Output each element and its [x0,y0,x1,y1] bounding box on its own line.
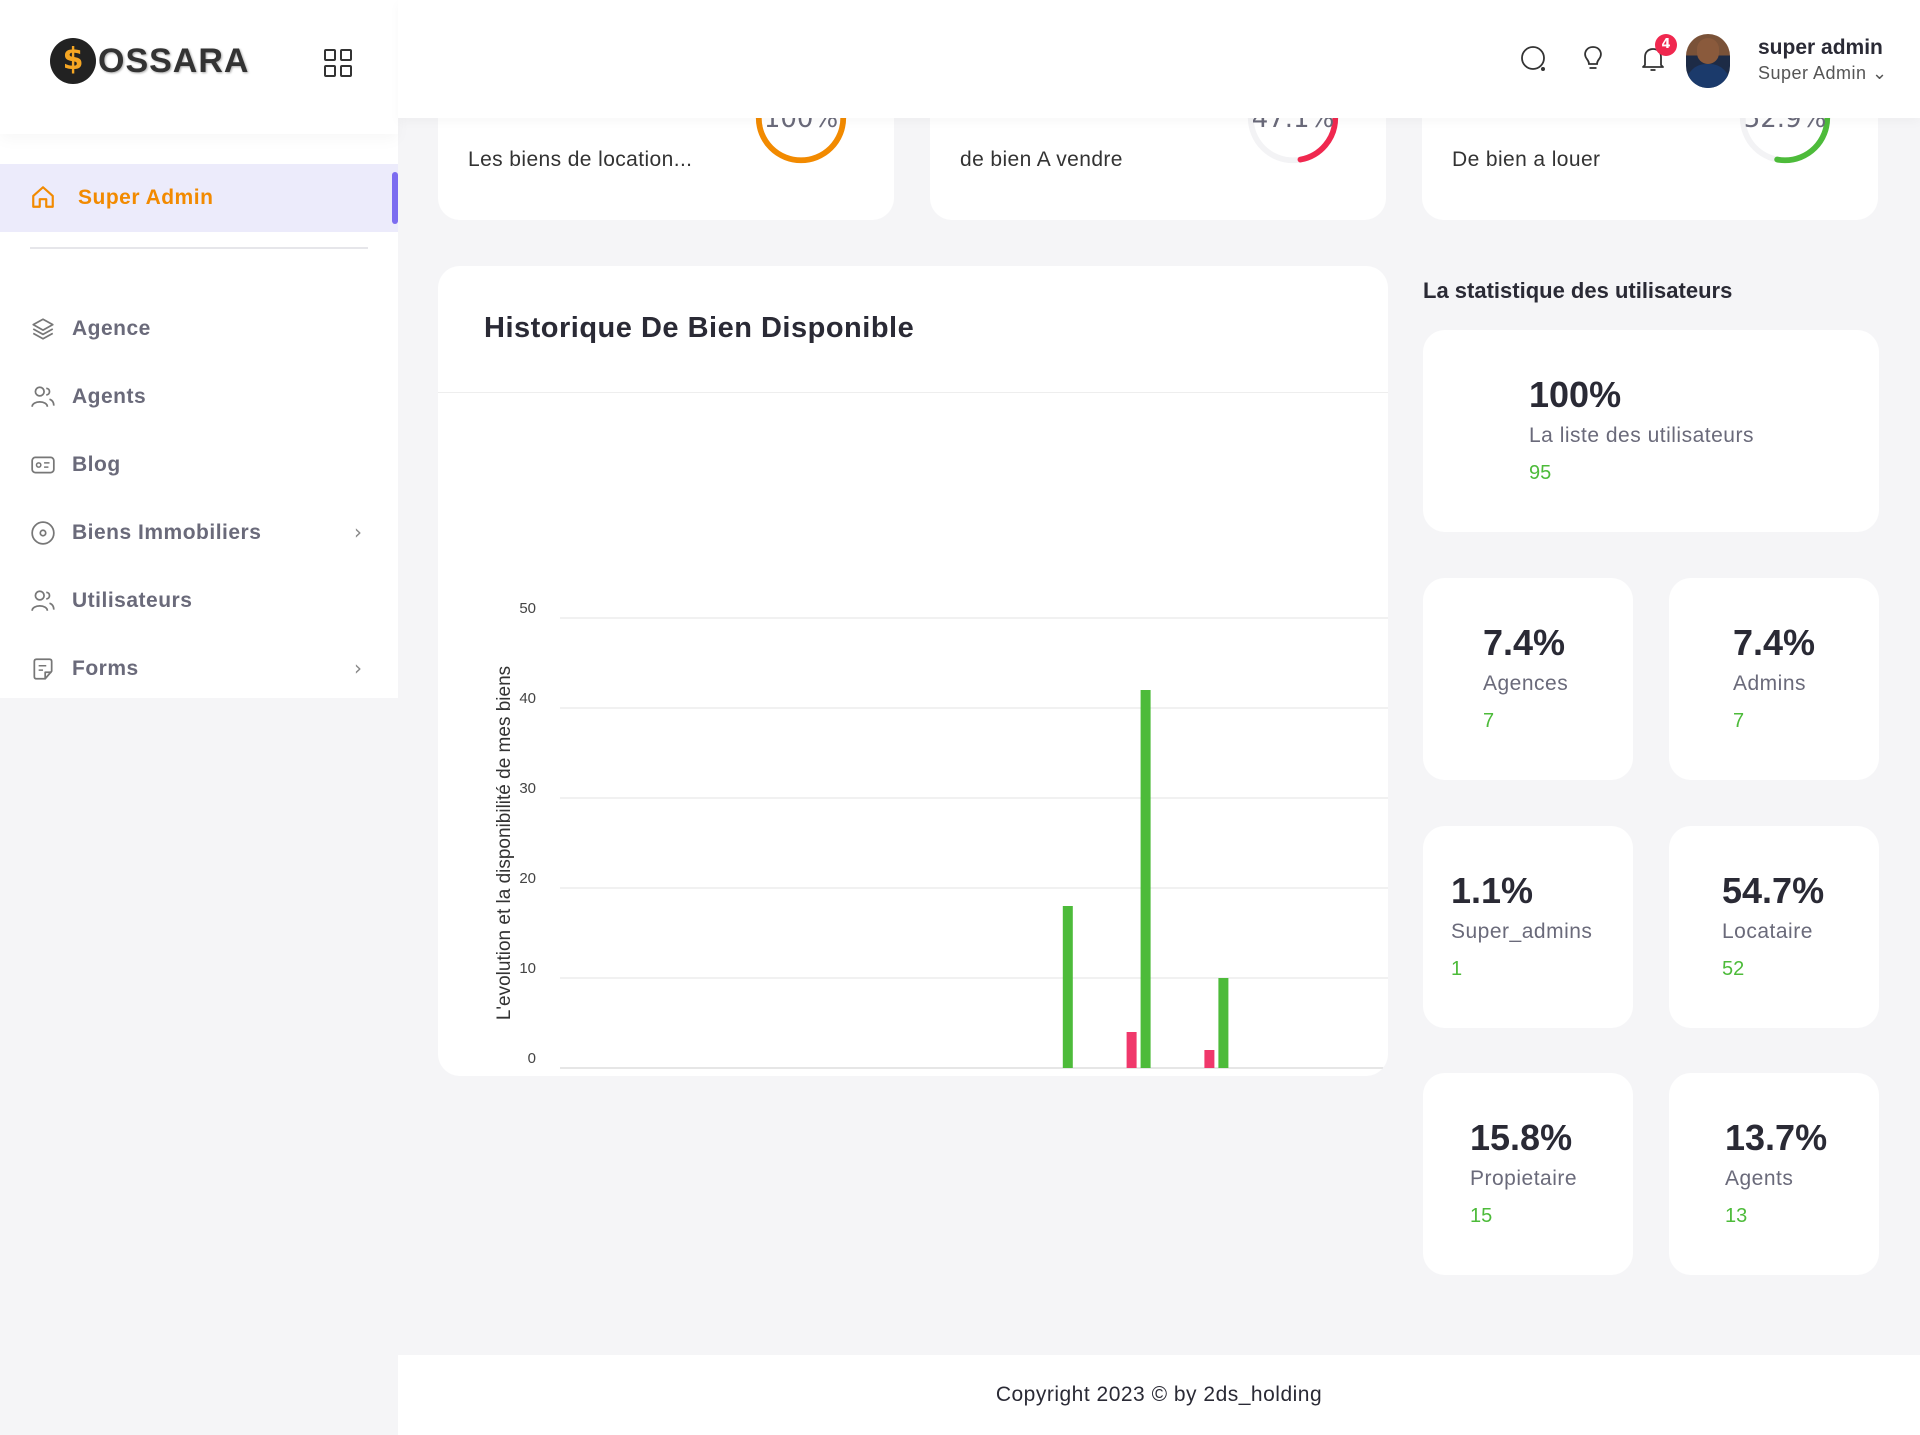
top-header: 4 super admin Super Admin ⌄ [398,0,1920,118]
y-tick-label: 20 [519,870,536,887]
notification-badge: 4 [1655,34,1677,56]
users-icon [31,590,55,611]
sidebar-item-label: Agence [72,317,151,340]
sidebar-item-label: Forms [72,657,139,680]
stat-label: Admins [1733,672,1807,695]
y-tick-label: 30 [519,780,536,797]
stat-card-admins: 7.4% Admins 7 [1669,578,1879,780]
stat-card-locataire: 54.7% Locataire 52 [1669,826,1879,1028]
footer: Copyright 2023 © by 2ds_holding [398,1355,1920,1435]
chart-title: Historique De Bien Disponible [484,312,915,344]
stat-card-agents: 13.7% Agents 13 [1669,1073,1879,1275]
sidebar-item-blog[interactable]: Blog [0,440,398,490]
stat-label: La liste des utilisateurs [1529,424,1754,447]
sidebar-item-forms[interactable]: Forms › [0,644,398,694]
id-card-icon [31,456,55,474]
bar-available [1140,690,1151,1068]
y-tick-label: 0 [528,1050,536,1067]
sidebar-item-biens-immobiliers[interactable]: Biens Immobiliers › [0,508,398,558]
apps-grid-icon[interactable] [324,49,352,77]
sidebar: $ OSSARA Super Admin Agence Agents Blog … [0,0,398,698]
y-tick-label: 10 [519,960,536,977]
brand-name: OSSARA [98,41,250,80]
active-indicator [392,172,398,224]
home-icon [32,186,54,208]
chevron-right-icon: › [354,656,362,680]
lightbulb-icon[interactable] [1578,44,1608,74]
sidebar-item-super-admin[interactable]: Super Admin [0,164,398,232]
sidebar-item-label: Blog [72,453,121,476]
avatar[interactable] [1686,34,1730,88]
logo-area: $ OSSARA [0,0,398,134]
sidebar-item-label: Utilisateurs [72,589,193,612]
brand-logo[interactable]: $ OSSARA [50,38,249,84]
users-icon [31,386,55,407]
stat-percent: 1.1% [1451,870,1534,911]
stat-card-agences: 7.4% Agences 7 [1423,578,1633,780]
sidebar-item-agents[interactable]: Agents [0,372,398,422]
bar-chart: 0 10 20 30 40 50 L'evolution et la disponibili… [494,600,1388,1069]
sidebar-item-agence[interactable]: Agence [0,304,398,354]
y-tick-label: 50 [519,600,536,617]
dollar-coin-icon: $ [50,38,96,84]
user-role-dropdown[interactable]: Super Admin ⌄ [1758,63,1888,84]
sidebar-item-label: Agents [72,385,147,408]
stat-card-super-admins: 1.1% Super_admins 1 [1423,826,1633,1028]
sidebar-item-utilisateurs[interactable]: Utilisateurs [0,576,398,626]
sidebar-divider [30,247,368,249]
y-tick-label: 40 [519,690,536,707]
stats-heading: La statistique des utilisateurs [1423,278,1733,303]
stat-percent: 100% [1529,374,1622,415]
stat-percent: 15.8% [1470,1117,1573,1158]
stat-label: Locataire [1722,920,1813,943]
stat-label: Agences [1483,672,1569,695]
top-card-label: Les biens de location... [468,148,693,171]
stat-count: 7 [1483,710,1495,732]
stat-count: 52 [1722,958,1745,980]
top-card-label: De bien a louer [1452,148,1601,171]
bar-sold [1204,1050,1215,1068]
stat-percent: 54.7% [1722,870,1825,911]
top-card-label: de bien A vendre [960,148,1123,171]
bar-available [1062,906,1073,1068]
y-axis-label: L'evolution et la disponibilité de mes b… [494,666,515,1020]
stat-label: Propietaire [1470,1167,1578,1190]
sidebar-item-label: Biens Immobiliers [72,521,262,544]
stat-count: 95 [1529,462,1552,484]
user-name: super admin [1758,36,1883,59]
note-icon [33,658,53,680]
stat-card-total-users: 100% La liste des utilisateurs 95 [1423,330,1879,532]
stat-count: 7 [1733,710,1745,732]
stat-card-propietaire: 15.8% Propietaire 15 [1423,1073,1633,1275]
stat-count: 1 [1451,958,1463,980]
chat-bubble-icon[interactable] [1518,44,1548,74]
chart-card: Historique De Bien Disponible 0 10 20 30 40 5… [438,266,1388,1076]
layers-icon [32,318,54,340]
bar-available [1218,978,1229,1068]
stat-label: Agents [1725,1167,1794,1190]
disc-icon [31,521,55,545]
bar-sold [1126,1032,1137,1068]
stat-percent: 7.4% [1733,622,1816,663]
stat-label: Super_admins [1451,920,1593,943]
stat-count: 13 [1725,1205,1748,1227]
sidebar-item-label: Super Admin [78,186,214,209]
stat-percent: 7.4% [1483,622,1566,663]
stat-percent: 13.7% [1725,1117,1828,1158]
chevron-right-icon: › [354,520,362,544]
chart-divider [438,392,1388,393]
copyright-text: Copyright 2023 © by 2ds_holding [995,1383,1323,1406]
stat-count: 15 [1470,1205,1493,1227]
